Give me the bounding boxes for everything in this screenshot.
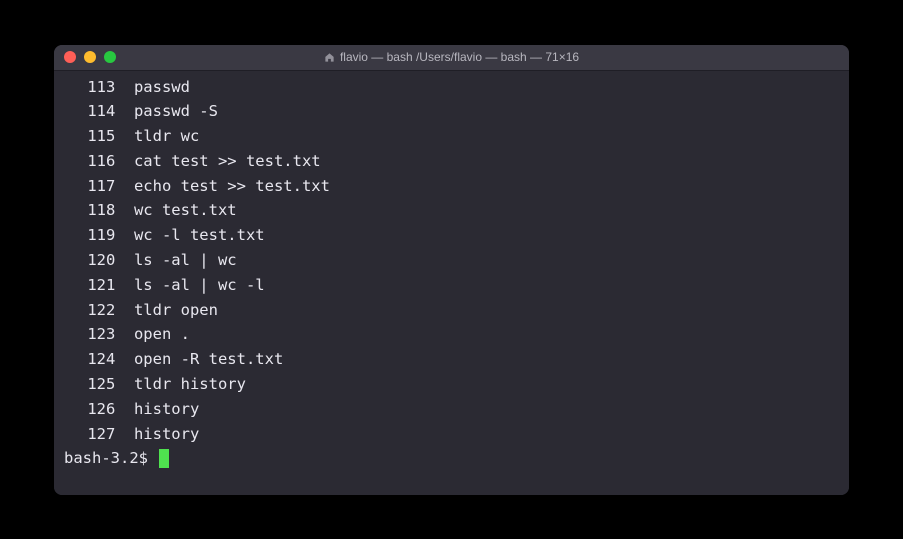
history-line: 119wc -l test.txt [64,223,839,248]
history-number: 126 [64,397,115,422]
history-number: 113 [64,75,115,100]
history-command: wc test.txt [115,201,236,219]
history-command: passwd [115,78,190,96]
home-icon [324,52,335,63]
history-line: 118wc test.txt [64,198,839,223]
history-command: ls -al | wc [115,251,236,269]
history-line: 121ls -al | wc -l [64,273,839,298]
history-command: open . [115,325,190,343]
history-number: 114 [64,99,115,124]
history-command: wc -l test.txt [115,226,264,244]
history-line: 114passwd -S [64,99,839,124]
history-command: open -R test.txt [115,350,283,368]
prompt-line[interactable]: bash-3.2$ [64,446,839,471]
history-command: echo test >> test.txt [115,177,330,195]
history-number: 119 [64,223,115,248]
history-number: 127 [64,422,115,447]
history-command: cat test >> test.txt [115,152,320,170]
history-number: 120 [64,248,115,273]
shell-prompt: bash-3.2$ [64,446,157,471]
history-number: 117 [64,174,115,199]
window-title: flavio — bash /Users/flavio — bash — 71×… [64,50,839,64]
history-number: 123 [64,322,115,347]
maximize-button[interactable] [104,51,116,63]
history-number: 122 [64,298,115,323]
traffic-lights [64,51,116,63]
history-command: tldr wc [115,127,199,145]
history-line: 120ls -al | wc [64,248,839,273]
window-title-text: flavio — bash /Users/flavio — bash — 71×… [340,50,579,64]
history-command: passwd -S [115,102,218,120]
titlebar: flavio — bash /Users/flavio — bash — 71×… [54,45,849,71]
history-number: 121 [64,273,115,298]
history-output: 113passwd114passwd -S115tldr wc116cat te… [64,75,839,447]
history-number: 118 [64,198,115,223]
history-number: 124 [64,347,115,372]
cursor [159,449,169,468]
history-line: 117echo test >> test.txt [64,174,839,199]
history-command: history [115,400,199,418]
minimize-button[interactable] [84,51,96,63]
history-line: 124open -R test.txt [64,347,839,372]
history-line: 115tldr wc [64,124,839,149]
history-number: 125 [64,372,115,397]
history-line: 127history [64,422,839,447]
history-number: 115 [64,124,115,149]
history-line: 113passwd [64,75,839,100]
history-line: 122tldr open [64,298,839,323]
terminal-body[interactable]: 113passwd114passwd -S115tldr wc116cat te… [54,71,849,495]
history-command: ls -al | wc -l [115,276,264,294]
history-command: history [115,425,199,443]
history-command: tldr history [115,375,246,393]
history-line: 125tldr history [64,372,839,397]
history-line: 126history [64,397,839,422]
history-line: 116cat test >> test.txt [64,149,839,174]
history-command: tldr open [115,301,218,319]
close-button[interactable] [64,51,76,63]
terminal-window: flavio — bash /Users/flavio — bash — 71×… [54,45,849,495]
history-line: 123open . [64,322,839,347]
history-number: 116 [64,149,115,174]
